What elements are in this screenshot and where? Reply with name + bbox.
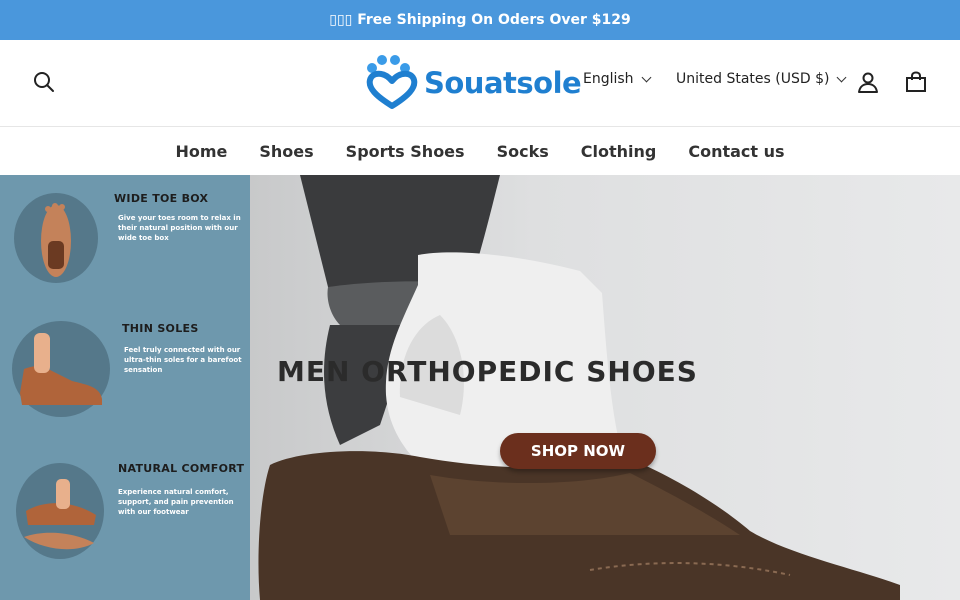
nav-item-contact-us[interactable]: Contact us — [688, 142, 784, 161]
feature-description: Feel truly connected with our ultra-thin… — [124, 346, 242, 374]
site-header: Souatsole English United States (USD $) — [0, 40, 960, 127]
bag-icon[interactable] — [902, 68, 930, 96]
feature-description: Give your toes room to relax in their na… — [118, 214, 241, 242]
chevron-down-icon — [837, 72, 847, 82]
shop-now-button[interactable]: SHOP NOW — [500, 433, 656, 469]
hero-banner[interactable]: WIDE TOE BOX Give your toes room to rela… — [0, 175, 960, 600]
feature-panel: WIDE TOE BOX Give your toes room to rela… — [0, 175, 250, 600]
logo-text: Souatsole — [424, 66, 582, 100]
language-label: English — [583, 71, 634, 87]
chevron-down-icon — [641, 72, 652, 82]
nav-item-socks[interactable]: Socks — [497, 142, 549, 161]
language-selector[interactable]: English — [583, 71, 652, 87]
main-nav: Home Shoes Sports Shoes Socks Clothing C… — [0, 127, 960, 175]
feature-title: THIN SOLES — [122, 322, 199, 335]
foot-illustration — [14, 193, 98, 283]
feature-title: WIDE TOE BOX — [114, 192, 209, 205]
paw-heart-icon — [366, 55, 418, 109]
currency-label: United States (USD $) — [676, 71, 830, 87]
search-icon[interactable] — [30, 68, 58, 96]
feature-title: NATURAL COMFORT — [118, 462, 245, 475]
shoe-illustration — [12, 321, 110, 417]
feature-description: Experience natural comfort, support, and… — [118, 488, 234, 516]
nav-item-home[interactable]: Home — [175, 142, 227, 161]
announcement-bar: ▯▯▯ Free Shipping On Oders Over $129 — [0, 0, 960, 40]
site-logo[interactable]: Souatsole — [362, 54, 582, 112]
nav-item-shoes[interactable]: Shoes — [259, 142, 313, 161]
insole-illustration — [16, 463, 104, 559]
currency-selector[interactable]: United States (USD $) — [676, 71, 847, 87]
user-icon[interactable] — [854, 68, 882, 96]
announcement-text: ▯▯▯ Free Shipping On Oders Over $129 — [329, 12, 631, 28]
nav-item-sports-shoes[interactable]: Sports Shoes — [346, 142, 465, 161]
hero-headline: MEN ORTHOPEDIC SHOES — [277, 355, 698, 388]
nav-item-clothing[interactable]: Clothing — [581, 142, 657, 161]
